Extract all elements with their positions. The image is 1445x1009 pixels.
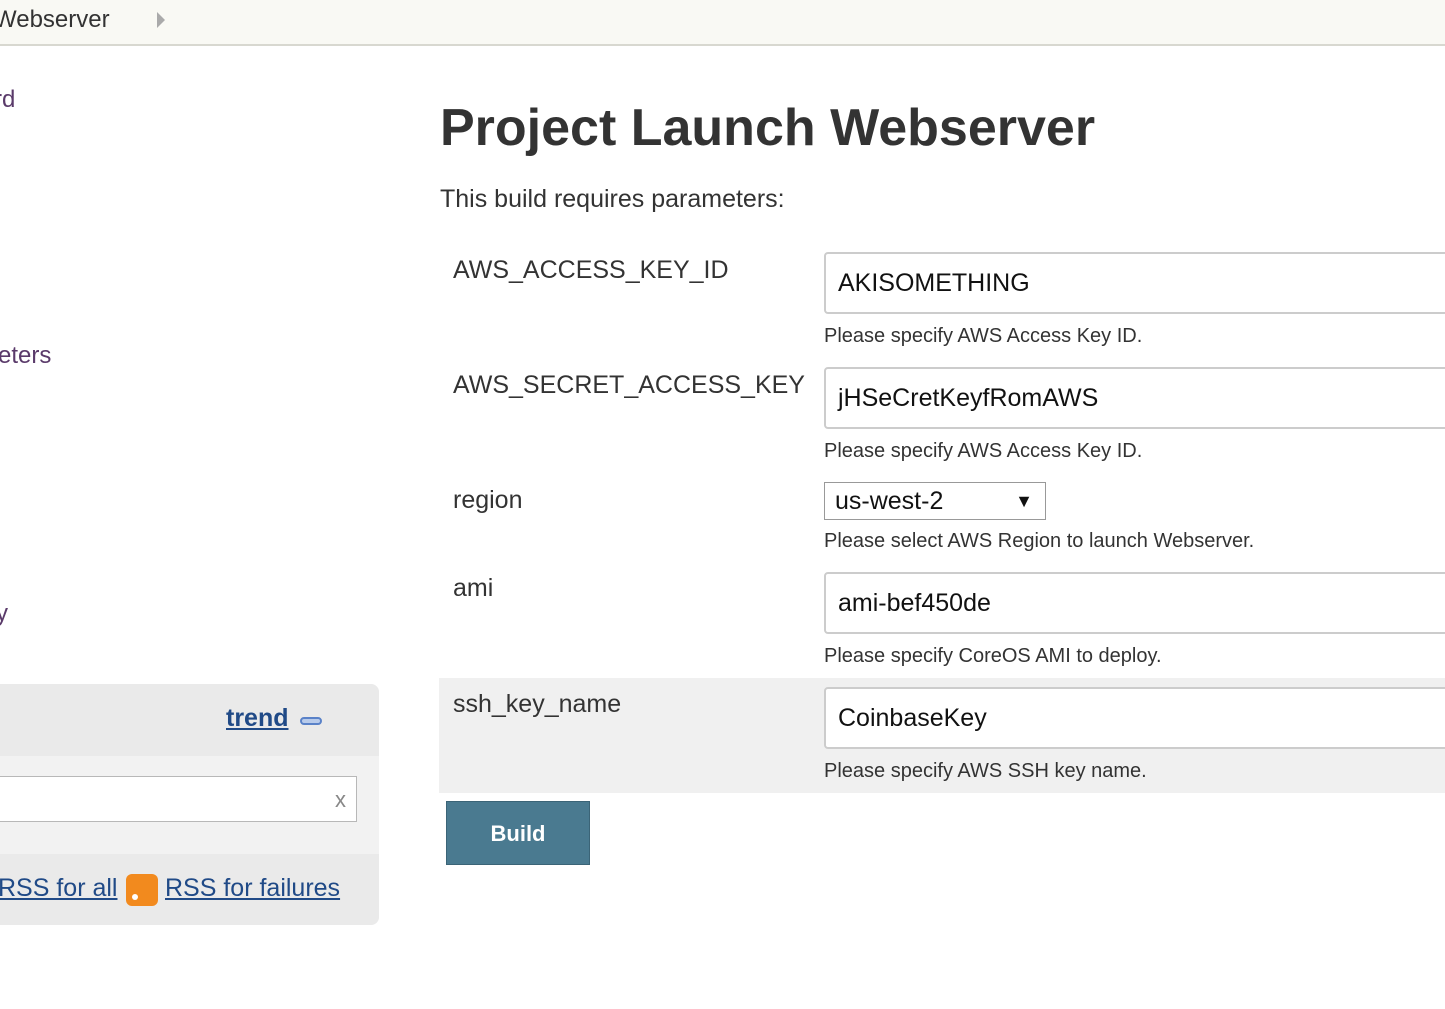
param-row-region: region us-west-2 ▼ Please select AWS Reg… [439, 482, 1445, 572]
sidebar-item-3[interactable]: y [0, 600, 8, 628]
breadcrumb-item-webserver[interactable]: Webserver [0, 6, 110, 34]
aws-access-key-id-input[interactable]: AKISOMETHING [824, 252, 1445, 314]
rss-icon[interactable] [126, 874, 158, 906]
rss-failures-link[interactable]: RSS for failures [165, 874, 340, 903]
param-label: AWS_SECRET_ACCESS_KEY [453, 371, 805, 399]
rss-all-link[interactable]: RSS for all [0, 874, 117, 903]
param-row-aws-secret-access-key: AWS_SECRET_ACCESS_KEY jHSeCretKeyfRomAWS… [439, 367, 1445, 482]
sidebar-item-1[interactable]: rd [0, 86, 15, 114]
param-label: ami [453, 574, 494, 602]
build-filter-input[interactable]: x [0, 776, 357, 822]
rss-footer: RSS for all RSS for failures [0, 854, 379, 925]
ssh-key-name-input[interactable]: CoinbaseKey [824, 687, 1445, 749]
dropdown-caret-icon: ▼ [1015, 491, 1033, 511]
trend-link[interactable]: trend [226, 704, 289, 733]
page-title: Project Launch Webserver [440, 99, 1096, 157]
param-row-aws-access-key-id: AWS_ACCESS_KEY_ID AKISOMETHING Please sp… [439, 252, 1445, 367]
param-description: Please select AWS Region to launch Webse… [824, 530, 1255, 552]
clear-filter-button[interactable]: x [335, 787, 346, 813]
param-label: ssh_key_name [453, 690, 622, 718]
param-description: Please specify AWS Access Key ID. [824, 440, 1143, 462]
breadcrumb: Webserver [0, 0, 1445, 46]
param-description: Please specify AWS SSH key name. [824, 760, 1147, 782]
region-select[interactable]: us-west-2 ▼ [824, 482, 1046, 520]
build-history-widget: trend x RSS for all RSS for failures [0, 684, 379, 925]
sidebar-item-2[interactable]: eters [0, 342, 51, 370]
build-history-header: trend [0, 684, 379, 756]
param-description: Please specify CoreOS AMI to deploy. [824, 645, 1162, 667]
breadcrumb-arrow-icon[interactable] [157, 12, 165, 28]
param-label: region [453, 486, 523, 514]
param-row-ssh-key-name: ssh_key_name CoinbaseKey Please specify … [439, 678, 1445, 793]
intro-text: This build requires parameters: [440, 185, 785, 213]
param-label: AWS_ACCESS_KEY_ID [453, 256, 729, 284]
param-row-ami: ami ami-bef450de Please specify CoreOS A… [439, 572, 1445, 678]
trend-icon[interactable] [300, 717, 322, 725]
ami-input[interactable]: ami-bef450de [824, 572, 1445, 634]
region-selected-value: us-west-2 [835, 487, 944, 515]
aws-secret-access-key-input[interactable]: jHSeCretKeyfRomAWS [824, 367, 1445, 429]
param-description: Please specify AWS Access Key ID. [824, 325, 1143, 347]
build-button[interactable]: Build [446, 801, 590, 865]
